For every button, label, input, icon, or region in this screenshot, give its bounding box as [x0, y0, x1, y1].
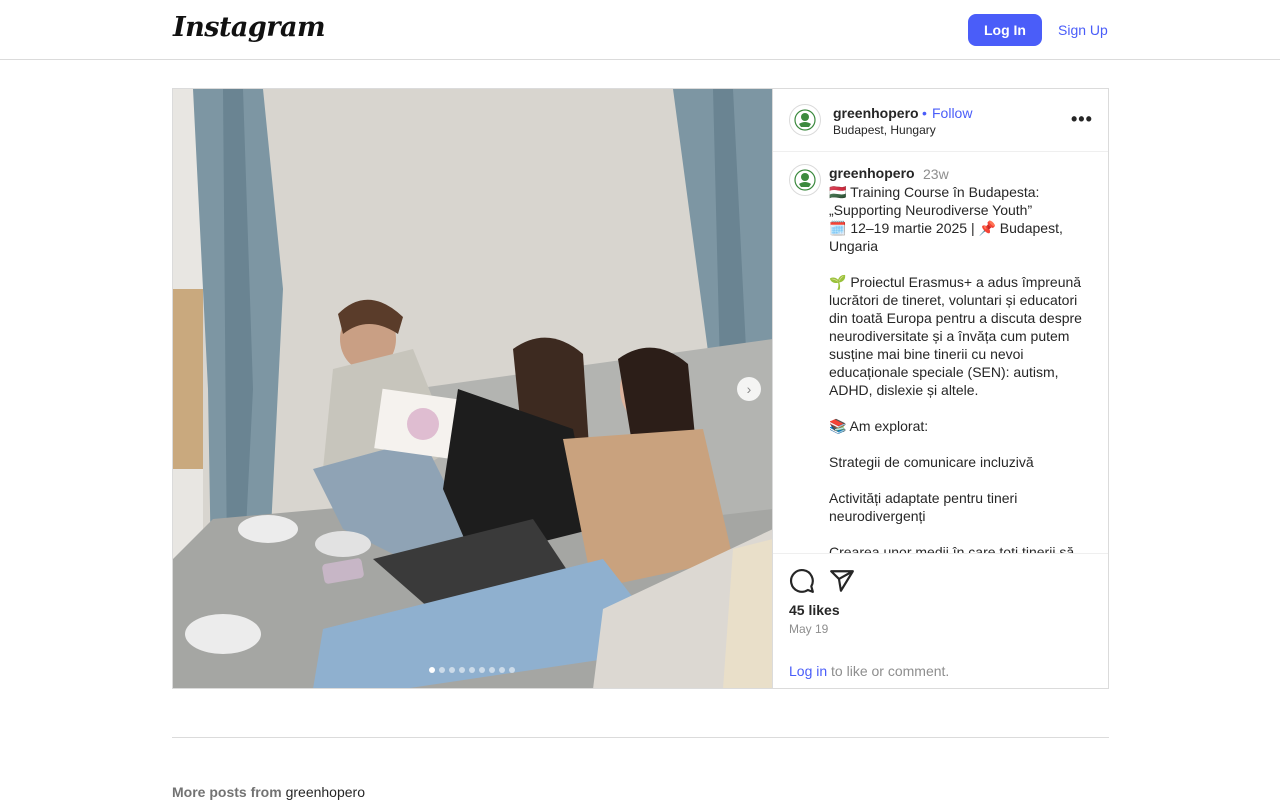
caption-section[interactable]: greenhopero 23w 🇭🇺 Training Course în Bu… — [773, 152, 1108, 553]
carousel-dot — [469, 667, 475, 673]
more-posts-label: More posts from — [172, 784, 282, 800]
post-sidebar: greenhopero • Follow Budapest, Hungary •… — [773, 89, 1108, 688]
comment-icon[interactable] — [789, 568, 815, 594]
carousel-dot — [459, 667, 465, 673]
carousel-dot — [439, 667, 445, 673]
carousel-dot — [449, 667, 455, 673]
follow-separator: • — [922, 105, 927, 121]
carousel-dot — [489, 667, 495, 673]
top-navigation: Instagram Log In Sign Up — [0, 0, 1280, 60]
caption-timestamp[interactable]: 23w — [923, 166, 949, 182]
log-in-button[interactable]: Log In — [968, 14, 1042, 46]
greenhope-logo-icon — [794, 109, 816, 131]
post-location[interactable]: Budapest, Hungary — [833, 123, 936, 137]
section-divider — [172, 737, 1109, 738]
post-card: › greenhopero • Follow Budapest, Hungary… — [172, 88, 1109, 689]
post-actions: 45 likes May 19 Log in to like or commen… — [773, 553, 1108, 688]
sign-up-link[interactable]: Sign Up — [1058, 22, 1108, 38]
caption-username[interactable]: greenhopero — [829, 165, 915, 181]
carousel-dot — [509, 667, 515, 673]
login-link[interactable]: Log in — [789, 663, 827, 679]
greenhope-logo-icon — [794, 169, 816, 191]
caption-text: 🇭🇺 Training Course în Budapesta: „Suppor… — [829, 184, 1082, 553]
login-prompt-text: to like or comment. — [827, 663, 950, 679]
more-posts-heading: More posts from greenhopero — [172, 784, 365, 800]
carousel-indicator — [429, 667, 515, 673]
post-header: greenhopero • Follow Budapest, Hungary •… — [773, 89, 1108, 152]
follow-button[interactable]: Follow — [932, 105, 972, 121]
carousel-dot — [429, 667, 435, 673]
avatar[interactable] — [789, 104, 821, 136]
post-media[interactable]: › — [173, 89, 773, 688]
post-date[interactable]: May 19 — [789, 622, 828, 636]
more-posts-username[interactable]: greenhopero — [286, 784, 365, 800]
avatar[interactable] — [789, 164, 821, 196]
likes-count[interactable]: 45 likes — [789, 602, 840, 618]
share-icon[interactable] — [829, 568, 855, 594]
carousel-dot — [479, 667, 485, 673]
carousel-dot — [499, 667, 505, 673]
instagram-logo[interactable]: Instagram — [173, 12, 326, 43]
login-prompt: Log in to like or comment. — [789, 663, 949, 679]
post-photo — [173, 89, 772, 688]
more-horizontal-icon[interactable]: ••• — [1071, 109, 1093, 130]
post-username[interactable]: greenhopero — [833, 105, 919, 121]
next-slide-chevron-icon[interactable]: › — [737, 377, 761, 401]
